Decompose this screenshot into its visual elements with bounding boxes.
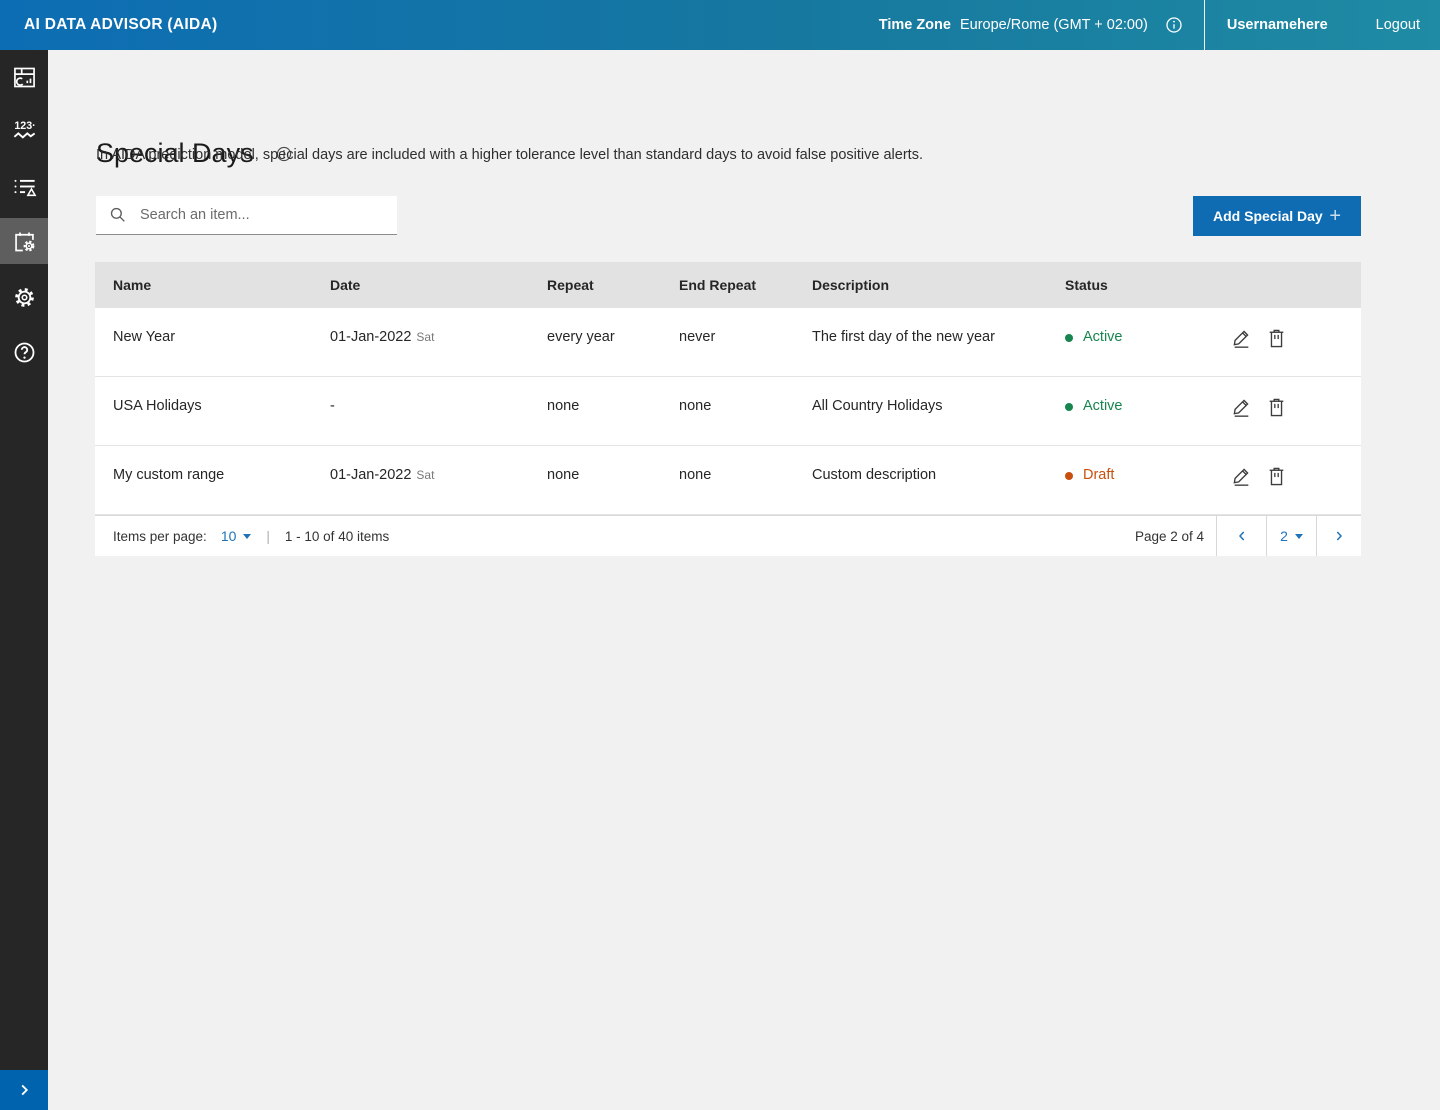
numeric-trend-icon: 123·: [11, 116, 38, 143]
caret-down-icon: [1295, 534, 1303, 539]
delete-button[interactable]: [1265, 395, 1287, 417]
table-row: My custom range 01-Jan-2022Sat none none…: [95, 446, 1361, 515]
special-days-calendar-gear-icon: [11, 228, 38, 255]
row-name: New Year: [95, 308, 312, 376]
row-status: Draft: [1047, 446, 1202, 514]
special-days-table: Name Date Repeat End Repeat Description …: [95, 262, 1361, 556]
page-number-select[interactable]: 2: [1266, 516, 1316, 556]
column-header-date: Date: [312, 277, 529, 293]
items-range-text: 1 - 10 of 40 items: [285, 529, 389, 544]
top-bar-right: Time Zone Europe/Rome (GMT + 02:00) User…: [879, 0, 1440, 50]
table-header-row: Name Date Repeat End Repeat Description …: [95, 262, 1361, 308]
table-row: USA Holidays - none none All Country Hol…: [95, 377, 1361, 446]
row-date: 01-Jan-2022Sat: [312, 308, 529, 376]
row-date-day: Sat: [416, 330, 434, 344]
row-date: 01-Jan-2022Sat: [312, 446, 529, 514]
search-icon: [109, 206, 127, 224]
items-per-page-select[interactable]: 10: [221, 528, 252, 544]
status-label: Draft: [1083, 467, 1114, 483]
chevron-right-icon: [13, 1079, 35, 1101]
timezone-value: Europe/Rome (GMT + 02:00): [960, 17, 1148, 33]
search-input[interactable]: [140, 196, 397, 234]
status-dot: [1065, 472, 1073, 480]
sidebar-item-special-days[interactable]: [0, 218, 48, 264]
chevron-left-icon: [1234, 528, 1250, 544]
logout-button[interactable]: Logout: [1376, 17, 1420, 33]
row-end-repeat: none: [661, 446, 794, 514]
page-description: In AIDA prediction model, special days a…: [96, 147, 923, 163]
row-status: Active: [1047, 377, 1202, 445]
search-box: [96, 196, 397, 235]
timezone-label: Time Zone: [879, 17, 951, 33]
username[interactable]: Usernamehere: [1227, 17, 1328, 33]
row-description: The first day of the new year: [794, 308, 1047, 376]
row-date: -: [312, 377, 529, 445]
sidebar-item-dashboard[interactable]: [0, 54, 48, 100]
sidebar-item-alert-list[interactable]: [0, 163, 48, 209]
row-end-repeat: never: [661, 308, 794, 376]
previous-page-button[interactable]: [1216, 516, 1266, 556]
delete-button[interactable]: [1265, 326, 1287, 348]
app-title: AI DATA ADVISOR (AIDA): [24, 0, 217, 50]
row-repeat: none: [529, 377, 661, 445]
top-bar: AI DATA ADVISOR (AIDA) Time Zone Europe/…: [0, 0, 1440, 50]
dashboard-icon: [11, 64, 38, 91]
delete-button[interactable]: [1265, 464, 1287, 486]
edit-button[interactable]: [1230, 395, 1252, 417]
table-footer: Items per page: 10 | 1 - 10 of 40 items …: [95, 515, 1361, 556]
status-dot: [1065, 403, 1073, 411]
help-icon: [11, 339, 38, 366]
list-delta-icon: [11, 173, 38, 200]
caret-down-icon: [243, 534, 251, 539]
status-label: Active: [1083, 398, 1123, 414]
items-per-page-label: Items per page:: [113, 529, 207, 544]
row-end-repeat: none: [661, 377, 794, 445]
sidebar-item-help[interactable]: [0, 329, 48, 375]
edit-button[interactable]: [1230, 464, 1252, 486]
status-label: Active: [1083, 329, 1123, 345]
status-dot: [1065, 334, 1073, 342]
sidebar-expand-button[interactable]: [0, 1070, 48, 1110]
sidebar-item-settings[interactable]: [0, 274, 48, 320]
row-date-day: Sat: [416, 468, 434, 482]
header-divider: [1204, 0, 1205, 50]
svg-text:123·: 123·: [14, 119, 35, 131]
row-repeat: every year: [529, 308, 661, 376]
column-header-end-repeat: End Repeat: [661, 277, 794, 293]
column-header-name: Name: [95, 277, 312, 293]
footer-divider: |: [266, 529, 270, 544]
column-header-status: Status: [1047, 277, 1202, 293]
table-row: New Year 01-Jan-2022Sat every year never…: [95, 308, 1361, 377]
add-special-day-button[interactable]: Add Special Day +: [1193, 196, 1361, 236]
next-page-button[interactable]: [1316, 516, 1361, 556]
sidebar: 123·: [0, 50, 48, 1110]
row-repeat: none: [529, 446, 661, 514]
plus-icon: +: [1329, 206, 1341, 226]
column-header-description: Description: [794, 277, 1047, 293]
row-status: Active: [1047, 308, 1202, 376]
row-description: Custom description: [794, 446, 1047, 514]
row-name: My custom range: [95, 446, 312, 514]
column-header-repeat: Repeat: [529, 277, 661, 293]
gear-icon: [11, 284, 38, 311]
main-content: Special Days In AIDA prediction model, s…: [48, 50, 1440, 1110]
sidebar-item-metrics[interactable]: 123·: [0, 106, 48, 152]
edit-button[interactable]: [1230, 326, 1252, 348]
timezone-info-icon[interactable]: [1164, 15, 1184, 35]
page-of-text: Page 2 of 4: [1135, 516, 1204, 556]
add-special-day-label: Add Special Day: [1213, 208, 1323, 224]
row-description: All Country Holidays: [794, 377, 1047, 445]
row-name: USA Holidays: [95, 377, 312, 445]
chevron-right-icon: [1331, 528, 1347, 544]
